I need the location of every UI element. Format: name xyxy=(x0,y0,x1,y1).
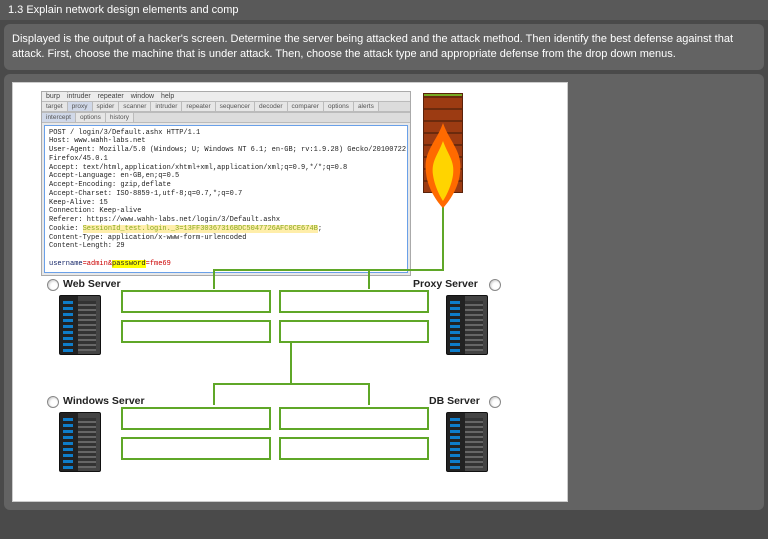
menu-window[interactable]: window xyxy=(131,93,154,100)
wire xyxy=(368,383,370,405)
req-line: Accept: text/html,application/xhtml+xml,… xyxy=(49,164,347,172)
tab-spider[interactable]: spider xyxy=(93,102,120,111)
label-web-server: Web Server xyxy=(63,278,121,290)
dropdown-web-attack[interactable] xyxy=(121,290,271,313)
wire xyxy=(290,343,292,383)
dropdown-db-attack[interactable] xyxy=(279,407,429,430)
wire xyxy=(213,383,215,405)
req-cookie-k: Cookie: xyxy=(49,225,83,233)
dropdown-web-defense[interactable] xyxy=(121,320,271,343)
menu-intruder[interactable]: intruder xyxy=(67,93,91,100)
req-line: Referer: https://www.wahh-labs.net/login… xyxy=(49,216,280,224)
subtab-options[interactable]: options xyxy=(76,113,106,122)
tab-scanner[interactable]: scanner xyxy=(119,102,151,111)
req-line: Content-Length: 29 xyxy=(49,242,125,250)
server-icon-web[interactable] xyxy=(59,295,101,355)
dropdown-windows-attack[interactable] xyxy=(121,407,271,430)
req-line: Keep-Alive: 15 xyxy=(49,199,108,207)
req-line: Accept-Encoding: gzip,deflate xyxy=(49,181,171,189)
label-proxy-server: Proxy Server xyxy=(413,278,478,290)
instructions-text: Displayed is the output of a hacker's sc… xyxy=(12,33,733,60)
req-user-k: username xyxy=(49,260,83,268)
subtab-intercept[interactable]: intercept xyxy=(42,113,76,122)
req-line: POST / login/3/Default.ashx HTTP/1.1 xyxy=(49,129,200,137)
hacker-tool-window: burp intruder repeater window help targe… xyxy=(41,91,411,276)
wire xyxy=(213,269,444,271)
dropdown-windows-defense[interactable] xyxy=(121,437,271,460)
req-pass-v: =fme69 xyxy=(146,260,171,268)
instructions-panel: Displayed is the output of a hacker's sc… xyxy=(4,24,764,70)
label-windows-server: Windows Server xyxy=(63,395,145,407)
menu-bar: burp intruder repeater window help xyxy=(42,92,410,101)
radio-web-server[interactable] xyxy=(47,279,59,291)
tab-target[interactable]: target xyxy=(42,102,68,111)
req-line: User-Agent: Mozilla/5.0 (Windows; U; Win… xyxy=(49,146,406,154)
server-icon-proxy[interactable] xyxy=(446,295,488,355)
firewall-icon xyxy=(413,93,473,203)
tab-decoder[interactable]: decoder xyxy=(255,102,288,111)
radio-db-server[interactable] xyxy=(489,396,501,408)
main-tabs: target proxy spider scanner intruder rep… xyxy=(42,101,410,112)
dropdown-proxy-attack[interactable] xyxy=(279,290,429,313)
radio-windows-server[interactable] xyxy=(47,396,59,408)
tab-proxy[interactable]: proxy xyxy=(68,102,93,111)
req-line: Host: www.wahh-labs.net xyxy=(49,137,146,145)
dropdown-proxy-defense[interactable] xyxy=(279,320,429,343)
subtab-history[interactable]: history xyxy=(106,113,134,122)
menu-help[interactable]: help xyxy=(161,93,174,100)
req-line: Firefox/45.0.1 xyxy=(49,155,108,163)
wire xyxy=(368,269,370,289)
label-db-server: DB Server xyxy=(429,395,480,407)
req-line: Content-Type: application/x-www-form-url… xyxy=(49,234,246,242)
breadcrumb-title: 1.3 Explain network design elements and … xyxy=(8,4,239,16)
menu-repeater[interactable]: repeater xyxy=(98,93,124,100)
flame-icon xyxy=(418,123,468,208)
tab-intruder[interactable]: intruder xyxy=(151,102,182,111)
req-user-v: =admin& xyxy=(83,260,112,268)
menu-burp[interactable]: burp xyxy=(46,93,60,100)
req-line: Accept-Language: en-GB,en;q=0.5 xyxy=(49,172,179,180)
req-pass-k: password xyxy=(112,260,146,268)
page-header: 1.3 Explain network design elements and … xyxy=(0,0,768,20)
server-icon-db[interactable] xyxy=(446,412,488,472)
wire xyxy=(442,201,444,271)
wire xyxy=(213,383,370,385)
sub-tabs: intercept options history xyxy=(42,112,410,123)
radio-proxy-server[interactable] xyxy=(489,279,501,291)
dropdown-db-defense[interactable] xyxy=(279,437,429,460)
tab-alerts[interactable]: alerts xyxy=(354,102,379,111)
req-line: Connection: Keep-alive xyxy=(49,207,141,215)
req-cookie-v: SessionId_test.login._3=13FF30367316BDC5… xyxy=(83,225,318,233)
tab-repeater[interactable]: repeater xyxy=(182,102,215,111)
diagram-panel: burp intruder repeater window help targe… xyxy=(4,74,764,510)
server-icon-windows[interactable] xyxy=(59,412,101,472)
http-request-body: POST / login/3/Default.ashx HTTP/1.1 Hos… xyxy=(44,125,408,273)
req-line: Accept-Charset: ISO-8859-1,utf-8;q=0.7,*… xyxy=(49,190,242,198)
req-cookie-e: ; xyxy=(318,225,322,233)
tab-options[interactable]: options xyxy=(324,102,354,111)
tab-comparer[interactable]: comparer xyxy=(288,102,324,111)
diagram-canvas: burp intruder repeater window help targe… xyxy=(12,82,568,502)
tab-sequencer[interactable]: sequencer xyxy=(216,102,255,111)
wire xyxy=(213,269,215,289)
